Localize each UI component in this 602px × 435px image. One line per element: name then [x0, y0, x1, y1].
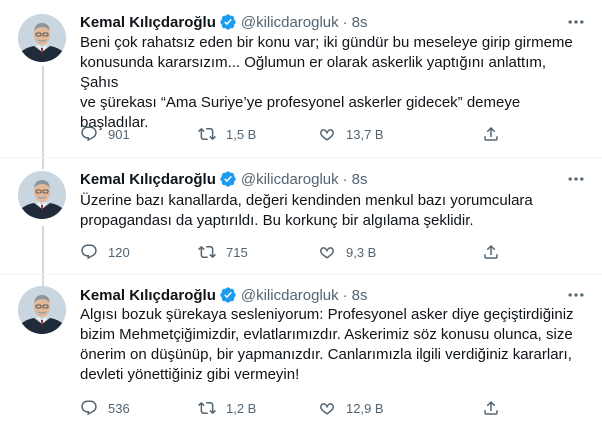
tweet-thread: Kemal Kılıçdaroğlu @kilicdarogluk · 8s B… [0, 0, 602, 435]
separator-dot: · [342, 170, 348, 188]
reply-icon [81, 400, 97, 416]
author-name[interactable]: Kemal Kılıçdaroğlu [80, 14, 216, 31]
reply-button[interactable]: 536 [80, 398, 130, 418]
like-button[interactable]: 9,3 B [318, 242, 376, 262]
avatar[interactable] [18, 286, 66, 334]
verified-badge-icon [220, 287, 236, 303]
tweet[interactable]: Kemal Kılıçdaroğlu @kilicdarogluk · 8s A… [0, 274, 602, 435]
tweet-actions: 536 1,2 B 12,9 B [80, 398, 510, 418]
like-button[interactable]: 12,9 B [318, 398, 384, 418]
like-count: 12,9 B [346, 400, 384, 416]
author-handle[interactable]: @kilicdarogluk [241, 171, 339, 188]
author-handle[interactable]: @kilicdarogluk [241, 14, 339, 31]
retweet-icon [198, 127, 216, 141]
reply-count: 120 [108, 244, 130, 260]
like-count: 9,3 B [346, 244, 377, 260]
tweet-header: Kemal Kılıçdaroğlu @kilicdarogluk · 8s [80, 169, 367, 189]
reply-count: 901 [108, 126, 130, 142]
retweet-count: 715 [226, 244, 248, 260]
reply-count: 536 [108, 400, 130, 416]
reply-icon [81, 244, 97, 260]
retweet-count: 1,2 B [226, 400, 257, 416]
tweet-actions: 120 715 9,3 B [80, 242, 510, 262]
retweet-icon [198, 401, 216, 415]
like-icon [320, 403, 334, 415]
retweet-button[interactable]: 1,5 B [198, 124, 256, 144]
reply-icon [81, 126, 97, 142]
like-icon [320, 129, 334, 141]
author-name[interactable]: Kemal Kılıçdaroğlu [80, 171, 216, 188]
more-options-icon[interactable] [566, 169, 586, 189]
avatar[interactable] [18, 171, 66, 219]
separator-dot: · [342, 286, 348, 304]
author-name[interactable]: Kemal Kılıçdaroğlu [80, 287, 216, 304]
tweet-text: Üzerine bazı kanallarda, değeri kendinde… [80, 192, 533, 229]
tweet-time[interactable]: 8s [352, 14, 368, 31]
verified-badge-icon [220, 14, 236, 30]
like-icon [320, 247, 334, 259]
more-options-icon[interactable] [566, 285, 586, 305]
reply-button[interactable]: 120 [80, 242, 130, 262]
avatar[interactable] [18, 14, 66, 62]
like-button[interactable]: 13,7 B [318, 124, 384, 144]
share-button[interactable] [482, 398, 510, 418]
tweet[interactable]: Kemal Kılıçdaroğlu @kilicdarogluk · 8s B… [0, 0, 602, 157]
retweet-button[interactable]: 1,2 B [198, 398, 256, 418]
retweet-icon [198, 245, 216, 259]
retweet-count: 1,5 B [226, 126, 257, 142]
tweet-time[interactable]: 8s [352, 171, 368, 188]
like-count: 13,7 B [346, 126, 384, 142]
reply-button[interactable]: 901 [80, 124, 130, 144]
tweet-actions: 901 1,5 B 13,7 B [80, 124, 510, 144]
retweet-button[interactable]: 715 [198, 242, 248, 262]
tweet-time[interactable]: 8s [352, 287, 368, 304]
tweet-text: Algısı bozuk şürekaya sesleniyorum: Prof… [80, 306, 574, 383]
share-icon [484, 400, 498, 415]
author-handle[interactable]: @kilicdarogluk [241, 287, 339, 304]
tweet-header: Kemal Kılıçdaroğlu @kilicdarogluk · 8s [80, 12, 367, 32]
separator-dot: · [342, 13, 348, 31]
more-options-icon[interactable] [566, 12, 586, 32]
share-button[interactable] [482, 242, 510, 262]
tweet-header: Kemal Kılıçdaroğlu @kilicdarogluk · 8s [80, 285, 367, 305]
tweet-text: Beni çok rahatsız eden bir konu var; iki… [80, 34, 573, 131]
share-icon [484, 244, 498, 259]
share-icon [484, 126, 498, 141]
share-button[interactable] [482, 124, 510, 144]
tweet[interactable]: Kemal Kılıçdaroğlu @kilicdarogluk · 8s Ü… [0, 157, 602, 274]
verified-badge-icon [220, 171, 236, 187]
